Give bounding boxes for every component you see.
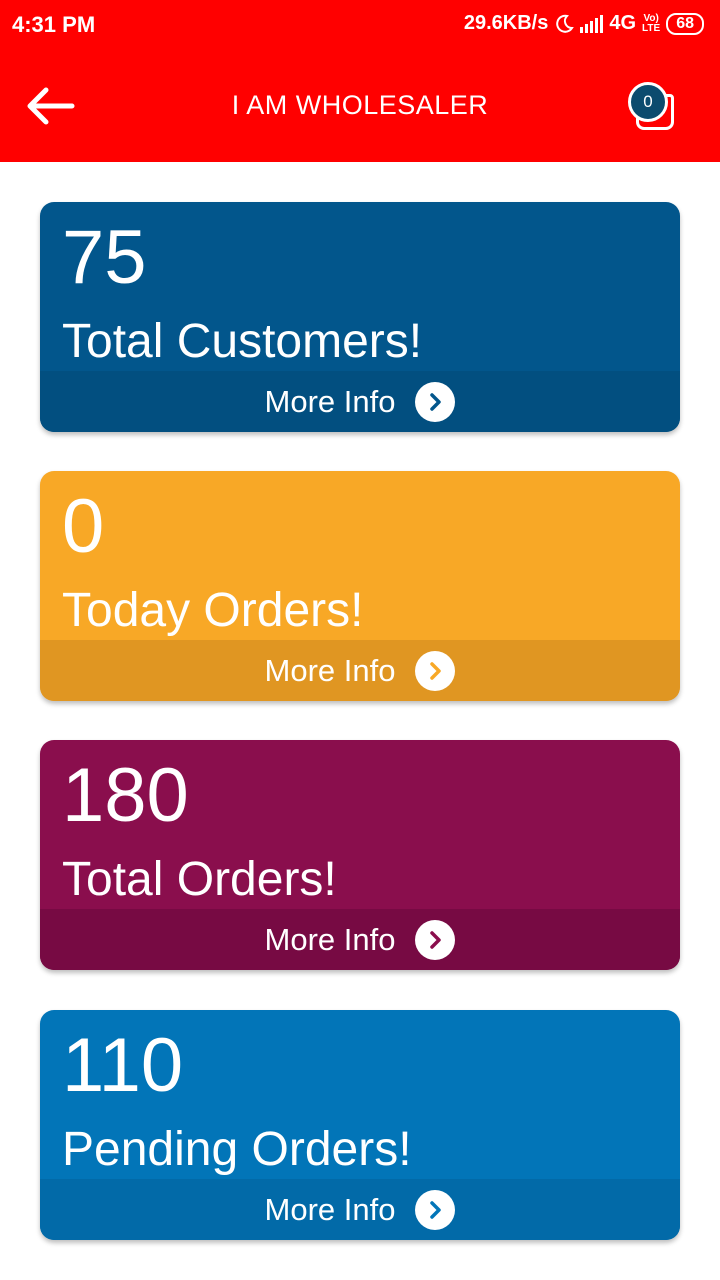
signal-icon (580, 14, 604, 33)
more-info-button[interactable]: More Info (40, 371, 680, 432)
card-label: Total Customers! (62, 315, 423, 368)
card-label: Today Orders! (62, 584, 364, 637)
network-speed: 29.6KB/s (463, 12, 549, 34)
status-bar: 4:31 PM 29.6KB/s 4G Vo) LTE 68 (0, 0, 720, 52)
card-label: Pending Orders! (62, 1123, 412, 1176)
card-label: Total Orders! (62, 853, 337, 906)
more-info-label: More Info (264, 921, 396, 957)
more-info-button[interactable]: More Info (40, 640, 680, 701)
card-total-customers[interactable]: 75 Total Customers! More Info (40, 202, 680, 432)
network-type: 4G (609, 12, 637, 34)
card-pending-orders[interactable]: 110 Pending Orders! More Info (40, 1010, 680, 1240)
moon-icon (556, 14, 575, 33)
more-info-button[interactable]: More Info (40, 909, 680, 970)
cart-count-badge: 0 (628, 82, 668, 122)
cart-button[interactable]: 0 (626, 82, 678, 134)
status-time: 4:31 PM (12, 12, 96, 37)
battery-icon: 68 (666, 12, 704, 35)
volte-icon: Vo) LTE (642, 13, 661, 34)
status-icons: 29.6KB/s 4G Vo) LTE 68 (464, 12, 704, 35)
more-info-label: More Info (264, 1191, 396, 1227)
card-value: 180 (62, 753, 189, 838)
card-value: 75 (62, 215, 147, 300)
more-info-button[interactable]: More Info (40, 1179, 680, 1240)
app-bar: 4:31 PM 29.6KB/s 4G Vo) LTE 68 I AM WHOL… (0, 0, 720, 162)
volte-bottom: LTE (642, 22, 661, 34)
chevron-right-icon (415, 650, 456, 691)
more-info-label: More Info (264, 383, 396, 419)
card-value: 0 (62, 484, 105, 569)
card-value: 110 (62, 1023, 184, 1108)
card-today-orders[interactable]: 0 Today Orders! More Info (40, 471, 680, 701)
page-title: I AM WHOLESALER (231, 90, 489, 120)
more-info-label: More Info (264, 652, 396, 688)
chevron-right-icon (415, 381, 456, 422)
chevron-right-icon (415, 919, 456, 960)
card-total-orders[interactable]: 180 Total Orders! More Info (40, 740, 680, 970)
chevron-right-icon (415, 1189, 456, 1230)
